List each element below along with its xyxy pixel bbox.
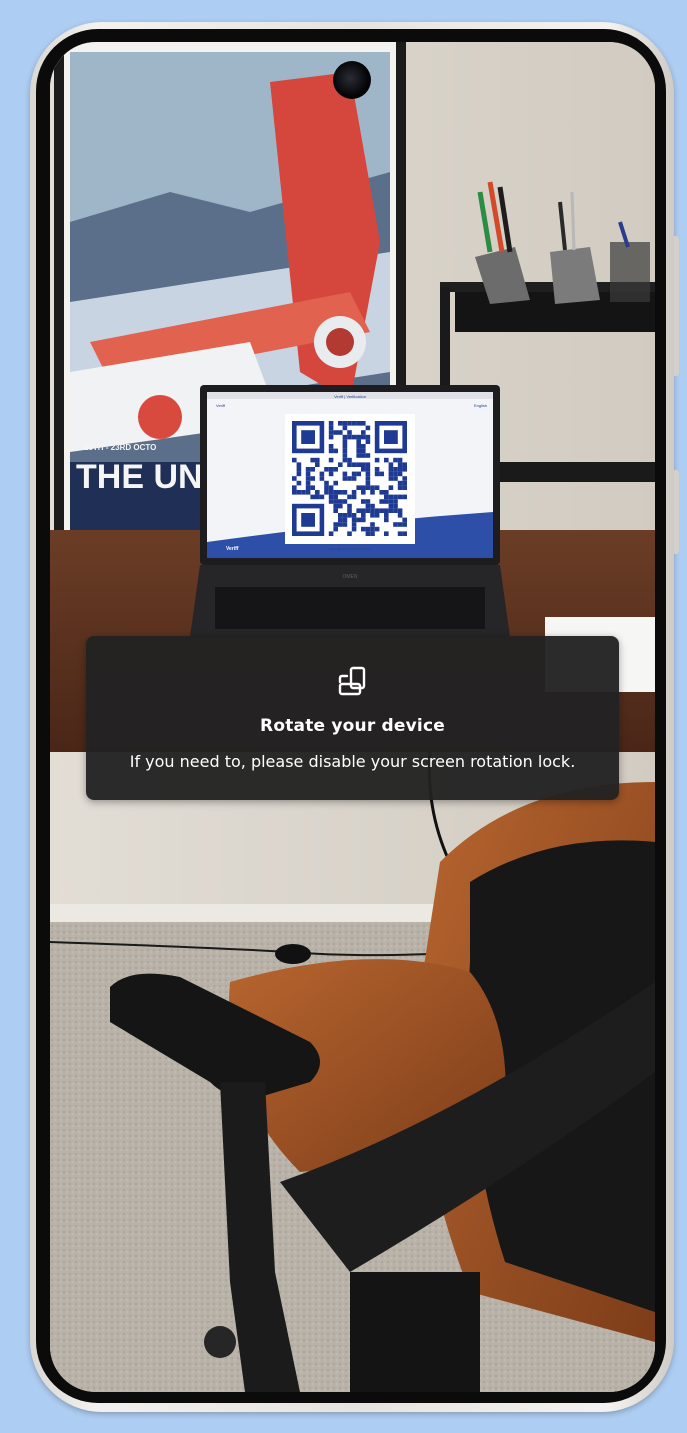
poster-subtitle: 20TH - 23RD OCTO bbox=[84, 443, 156, 452]
rotate-device-dialog: Rotate your device If you need to, pleas… bbox=[86, 636, 619, 800]
laptop-brand: Veriff bbox=[226, 546, 239, 552]
qr-caption: Scan QR code with your phone bbox=[329, 547, 371, 551]
laptop-logo: OMEN bbox=[343, 574, 358, 580]
rotate-device-icon bbox=[338, 666, 366, 696]
front-camera bbox=[333, 61, 371, 99]
laptop-keyboard bbox=[215, 587, 485, 629]
dialog-title: Rotate your device bbox=[260, 716, 445, 736]
laptop: Veriff | Verification Veriff English Ver… bbox=[190, 385, 510, 637]
laptop-window-title: Veriff | Verification bbox=[334, 394, 366, 399]
power-button bbox=[674, 470, 679, 554]
laptop-app-name: Veriff bbox=[216, 403, 226, 408]
laptop-status: Connecting bbox=[478, 553, 494, 557]
camera-screen: 20TH - 23RD OCTO THE UNITED ST bbox=[50, 42, 655, 1392]
floor-outlet bbox=[275, 944, 311, 964]
volume-button bbox=[674, 236, 679, 376]
laptop-language: English bbox=[474, 403, 487, 408]
page: 20TH - 23RD OCTO THE UNITED ST bbox=[0, 0, 687, 1433]
dialog-message: If you need to, please disable your scre… bbox=[129, 752, 576, 771]
